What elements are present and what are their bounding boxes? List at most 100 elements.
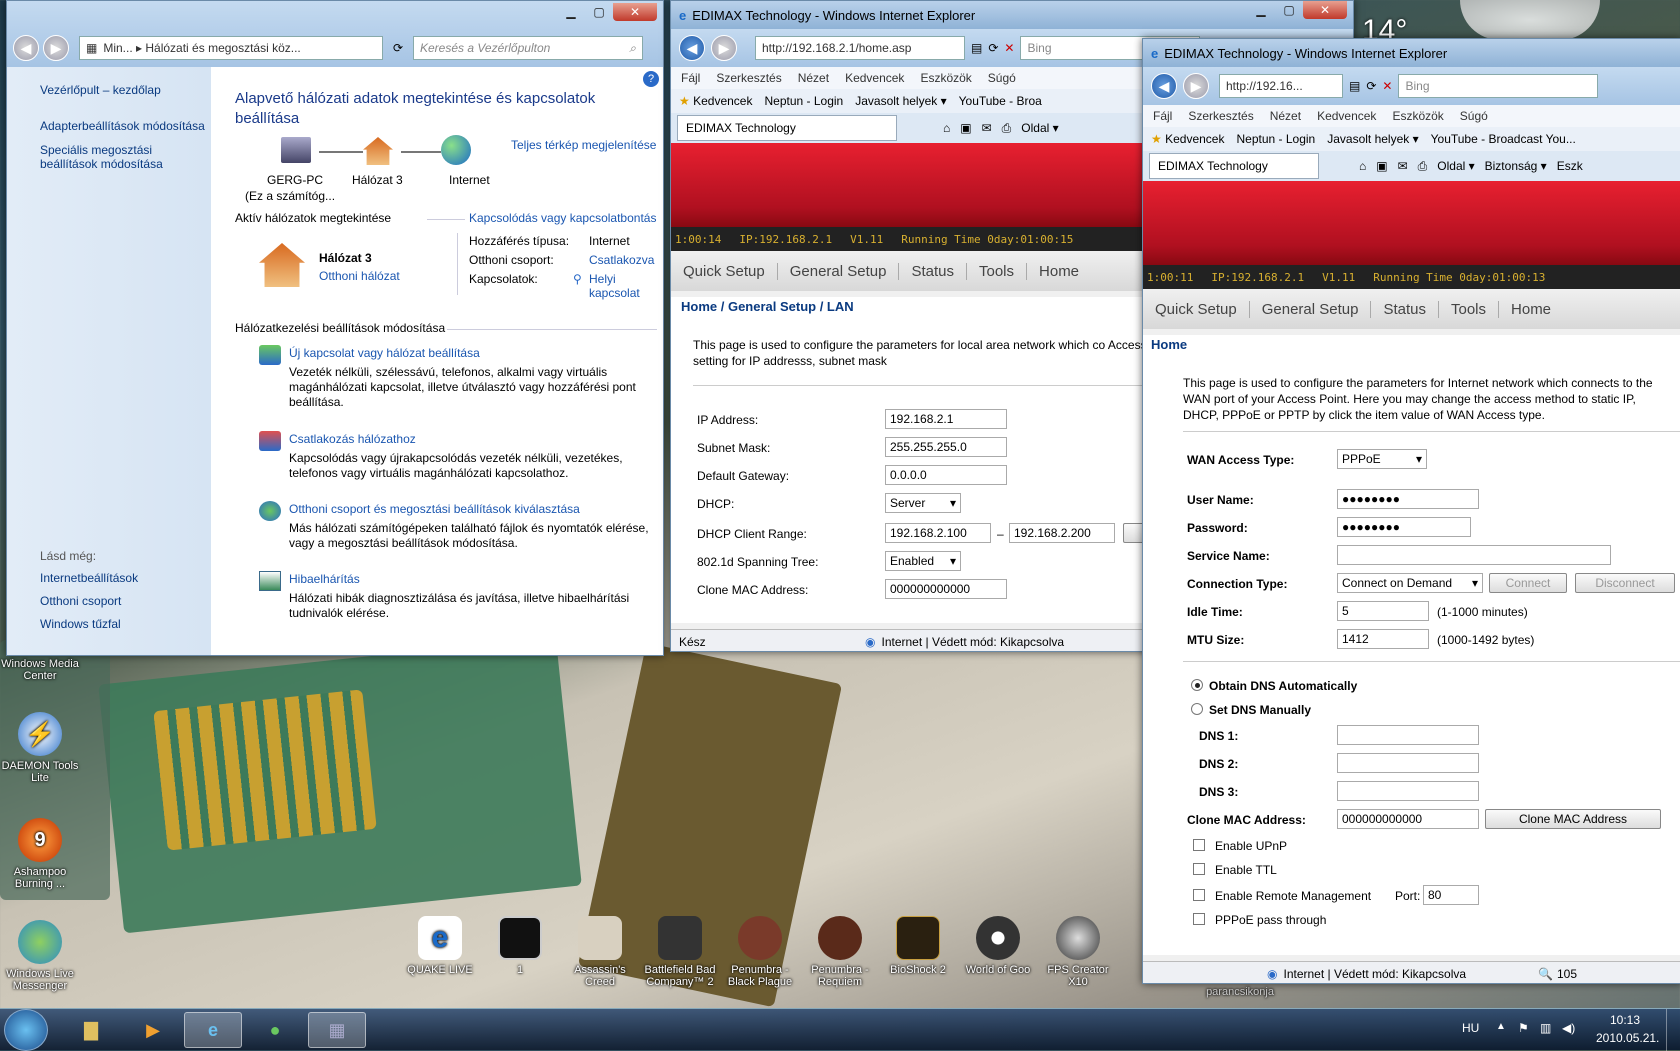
ie2-stop-icon[interactable]: ✕	[1382, 79, 1392, 93]
ie2-menu-edit[interactable]: Szerkesztés	[1188, 109, 1253, 123]
desktop-icon-live-messenger[interactable]: Windows Live Messenger	[0, 920, 80, 992]
disconnect-button[interactable]: Disconnect	[1575, 573, 1675, 593]
ttl-checkbox[interactable]	[1193, 863, 1205, 875]
connection-type-select[interactable]: Connect on Demand ▾	[1337, 573, 1483, 593]
connect-button[interactable]: Connect	[1489, 573, 1567, 593]
desktop-icon-quake-live[interactable]: e QUAKE LIVE	[400, 916, 480, 976]
task-new-connection-link[interactable]: Új kapcsolat vagy hálózat beállítása	[289, 346, 480, 360]
desktop-icon-assassins-creed[interactable]: Assassin's Creed	[560, 916, 640, 988]
ie2-page-menu[interactable]: Oldal ▾	[1437, 159, 1474, 173]
tray-clock-date[interactable]: 2010.05.21.	[1596, 1031, 1659, 1045]
tray-volume-icon[interactable]: ◀)	[1562, 1021, 1575, 1035]
ie2-search-input[interactable]: Bing	[1398, 74, 1599, 98]
ie1-forward-button[interactable]: ▶	[711, 35, 737, 61]
maximize-icon[interactable]: ▢	[585, 3, 613, 21]
ie2-fav-neptun[interactable]: Neptun - Login	[1236, 132, 1315, 146]
homegroup-link[interactable]: Csatlakozva	[589, 253, 654, 267]
taskbar-language[interactable]: HU	[1462, 1021, 1479, 1035]
ie1-menu-edit[interactable]: Szerkesztés	[716, 71, 781, 85]
task-troubleshoot-link[interactable]: Hibaelhárítás	[289, 572, 360, 586]
ie2-nav-status[interactable]: Status	[1371, 300, 1439, 318]
ie1-nav-home[interactable]: Home	[1027, 263, 1091, 280]
desktop-icon-penumbra-requiem[interactable]: Penumbra - Requiem	[800, 916, 880, 988]
clone-mac-input[interactable]: 000000000000	[885, 579, 1007, 599]
ie2-menu-help[interactable]: Súgó	[1460, 109, 1488, 123]
ie1-nav-quick-setup[interactable]: Quick Setup	[671, 262, 778, 280]
ie2-nav-general-setup[interactable]: General Setup	[1250, 300, 1372, 318]
ie1-home-icon[interactable]: ⌂	[943, 121, 950, 135]
desktop-icon-ashampoo[interactable]: 9 Ashampoo Burning ...	[0, 818, 80, 890]
ie1-page-menu[interactable]: Oldal ▾	[1021, 121, 1058, 135]
ie2-refresh-icon[interactable]: ⟳	[1366, 79, 1376, 93]
sidebar-item-adapter[interactable]: Adapterbeállítások módosítása	[40, 119, 206, 133]
desktop-icon-battlefield[interactable]: Battlefield Bad Company™ 2	[640, 916, 720, 988]
dns-manual-radio[interactable]	[1191, 703, 1203, 715]
back-button[interactable]: ◀	[13, 35, 39, 61]
port-input[interactable]: 80	[1423, 885, 1479, 905]
see-also-internet-options[interactable]: Internetbeállítások	[40, 571, 138, 585]
forward-button[interactable]: ▶	[43, 35, 69, 61]
ie1-nav-tools[interactable]: Tools	[967, 262, 1028, 280]
cp-address-bar[interactable]: ▦ Min... ▸ Hálózati és megosztási köz...	[79, 36, 383, 60]
ie2-nav-tools[interactable]: Tools	[1439, 300, 1500, 318]
ie2-nav-quick-setup[interactable]: Quick Setup	[1143, 300, 1250, 318]
desktop-icon-bioshock2[interactable]: BioShock 2	[878, 916, 958, 976]
desktop-icon-world-of-goo[interactable]: World of Goo	[958, 916, 1038, 976]
dhcp-select[interactable]: Server ▾	[885, 493, 961, 513]
ie1-favorites-button[interactable]: ★ Kedvencek	[679, 94, 752, 108]
wan-access-type-select[interactable]: PPPoE ▾	[1337, 449, 1427, 469]
ie1-print-icon[interactable]: ⎙	[1002, 121, 1012, 136]
show-desktop-button[interactable]	[1666, 1009, 1680, 1051]
ie1-close-icon[interactable]: ✕	[1303, 1, 1347, 19]
ie2-home-icon[interactable]: ⌂	[1359, 159, 1366, 173]
default-gateway-input[interactable]: 0.0.0.0	[885, 465, 1007, 485]
ie2-tools-menu[interactable]: Eszk	[1557, 159, 1583, 173]
close-icon[interactable]: ✕	[613, 3, 657, 21]
ie2-fav-youtube[interactable]: YouTube - Broadcast You...	[1431, 132, 1576, 146]
desktop-icon-media-center[interactable]: Windows Media Center	[0, 658, 80, 682]
ie2-breadcrumb[interactable]: Home	[1151, 337, 1187, 352]
service-name-input[interactable]	[1337, 545, 1611, 565]
tray-arrow-icon[interactable]: ▲	[1496, 1021, 1506, 1032]
ie2-address-bar[interactable]: http://192.16...	[1219, 74, 1343, 98]
ie1-nav-status[interactable]: Status	[899, 262, 967, 280]
password-input[interactable]: ●●●●●●●●	[1337, 517, 1471, 537]
ie2-safety-menu[interactable]: Biztonság ▾	[1485, 159, 1547, 173]
task-homegroup-link[interactable]: Otthoni csoport és megosztási beállításo…	[289, 502, 580, 516]
remote-management-checkbox[interactable]	[1193, 889, 1205, 901]
see-also-firewall[interactable]: Windows tűzfal	[40, 617, 121, 631]
ie1-minimize-icon[interactable]: ▁	[1247, 1, 1275, 19]
local-connection-link[interactable]: Helyi kapcsolat	[589, 272, 649, 300]
dns3-input[interactable]	[1337, 781, 1479, 801]
ie2-favorites-button[interactable]: ★ Kedvencek	[1151, 132, 1224, 146]
pppoe-pass-checkbox[interactable]	[1193, 913, 1205, 925]
ie1-nav-general-setup[interactable]: General Setup	[778, 262, 900, 280]
help-icon[interactable]: ?	[643, 71, 659, 87]
mtu-size-input[interactable]: 1412	[1337, 629, 1429, 649]
tray-network-icon[interactable]: ▥	[1540, 1021, 1551, 1035]
sidebar-item-sharing[interactable]: Speciális megosztási beállítások módosít…	[40, 143, 180, 171]
ie1-back-button[interactable]: ◀	[679, 35, 705, 61]
clone-mac-button[interactable]: Clone MAC Address	[1485, 809, 1661, 829]
minimize-icon[interactable]: ▁	[557, 3, 585, 21]
ie2-menu-file[interactable]: Fájl	[1153, 109, 1172, 123]
task-connect-link[interactable]: Csatlakozás hálózathoz	[289, 432, 416, 446]
ie1-fav-youtube[interactable]: YouTube - Broa	[959, 94, 1042, 108]
cp-search-input[interactable]: Keresés a Vezérlőpulton ⌕	[413, 36, 643, 60]
network-type-link[interactable]: Otthoni hálózat	[319, 269, 400, 283]
desktop-icon-penumbra-black-plague[interactable]: Penumbra - Black Plague	[720, 916, 800, 988]
taskbar-messenger-icon[interactable]: ●	[246, 1012, 304, 1048]
ie1-menu-view[interactable]: Nézet	[798, 71, 829, 85]
dhcp-range-start-input[interactable]: 192.168.2.100	[885, 523, 991, 543]
ie2-nav-home[interactable]: Home	[1499, 301, 1563, 318]
ie2-feeds-icon[interactable]: ▣	[1376, 159, 1387, 173]
idle-time-input[interactable]: 5	[1337, 601, 1429, 621]
refresh-icon[interactable]: ⟳	[387, 41, 409, 55]
upnp-checkbox[interactable]	[1193, 839, 1205, 851]
subnet-mask-input[interactable]: 255.255.255.0	[885, 437, 1007, 457]
ie2-forward-button[interactable]: ▶	[1183, 73, 1209, 99]
start-button[interactable]	[4, 1009, 48, 1051]
ie1-feeds-icon[interactable]: ▣	[960, 121, 971, 135]
ie1-maximize-icon[interactable]: ▢	[1275, 1, 1303, 19]
ie2-mail-icon[interactable]: ✉	[1398, 159, 1408, 173]
